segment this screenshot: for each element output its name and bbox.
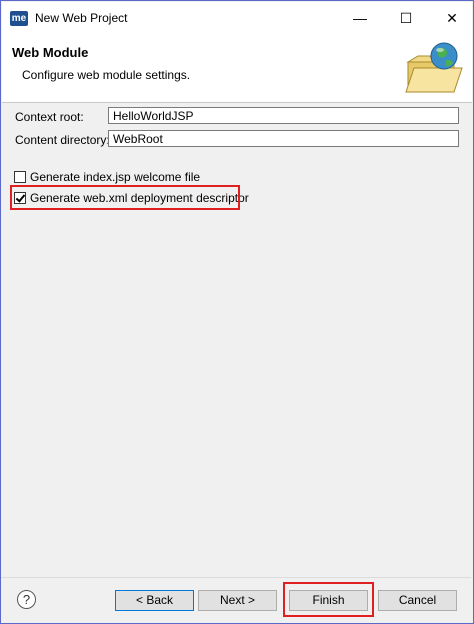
minimize-button[interactable]: — — [338, 6, 382, 30]
dialog-window: me New Web Project — ☐ ✕ Web Module Conf… — [0, 0, 474, 624]
cancel-button[interactable]: Cancel — [378, 590, 457, 611]
back-button[interactable]: < Back — [115, 590, 194, 611]
finish-highlight-box — [283, 582, 374, 617]
generate-index-jsp-label: Generate index.jsp welcome file — [30, 170, 201, 184]
content-directory-label: Content directory: — [15, 133, 110, 147]
wizard-header: Web Module Configure web module settings… — [2, 34, 472, 103]
page-title: Web Module — [12, 45, 89, 60]
next-button[interactable]: Next > — [198, 590, 277, 611]
app-icon: me — [10, 11, 28, 26]
globe-folder-icon — [405, 42, 463, 93]
generate-index-jsp-checkbox[interactable] — [14, 171, 26, 183]
help-icon[interactable]: ? — [17, 590, 36, 609]
generate-index-jsp-option[interactable]: Generate index.jsp welcome file — [14, 169, 200, 185]
web-xml-highlight-box — [10, 185, 240, 210]
content-directory-input[interactable] — [108, 130, 459, 147]
close-button[interactable]: ✕ — [430, 6, 474, 30]
footer-separator — [1, 577, 471, 578]
title-bar[interactable]: me New Web Project — ☐ ✕ — [2, 2, 472, 34]
page-description: Configure web module settings. — [22, 68, 191, 82]
window-title: New Web Project — [35, 11, 128, 25]
context-root-input[interactable] — [108, 107, 459, 124]
maximize-button[interactable]: ☐ — [384, 6, 428, 30]
context-root-label: Context root: — [15, 110, 84, 124]
